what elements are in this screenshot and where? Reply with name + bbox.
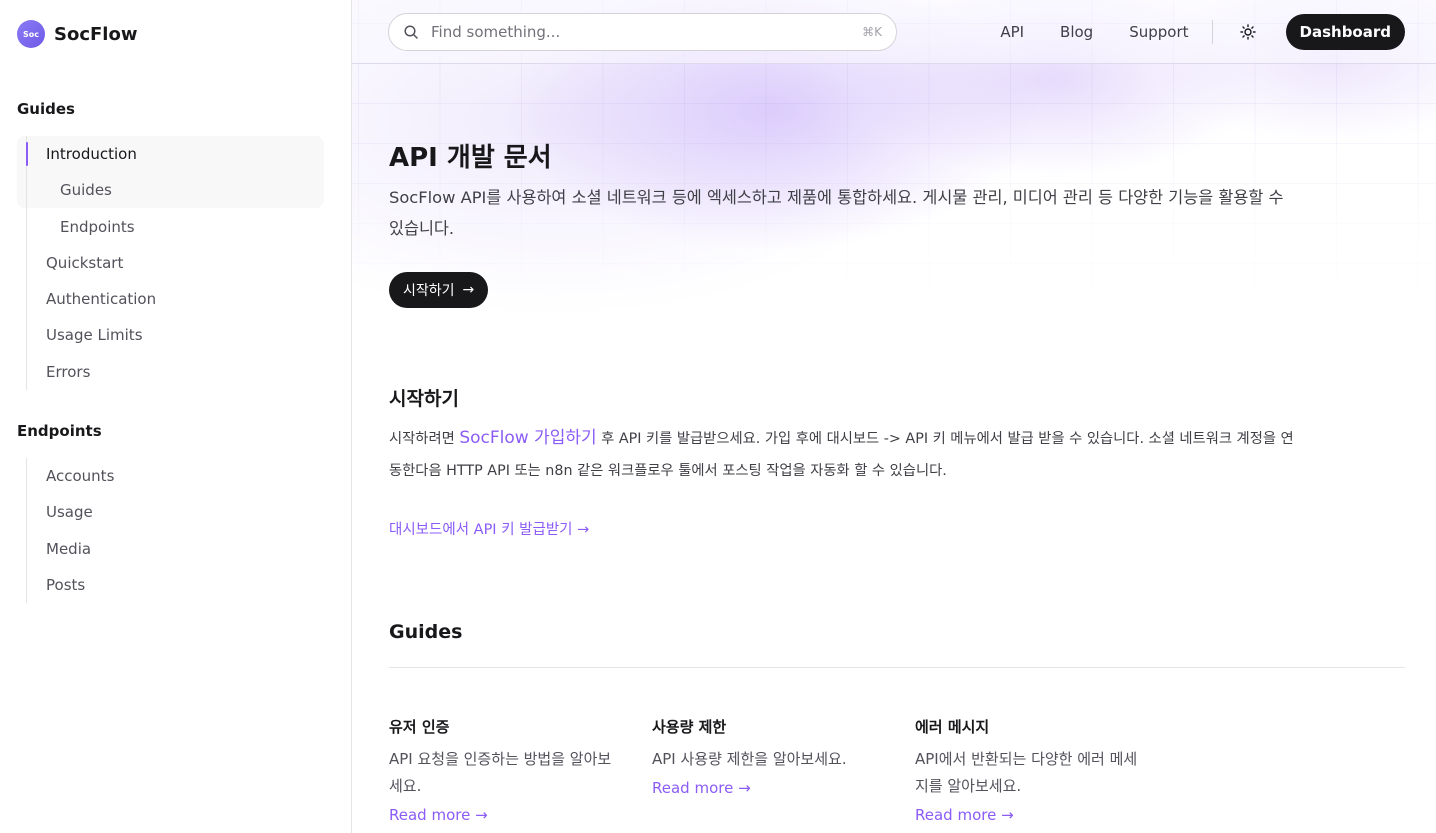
- sun-icon[interactable]: [1239, 23, 1257, 41]
- guide-card-usage-limits: 사용량 제한 API 사용량 제한을 알아보세요. Read more →: [652, 716, 882, 797]
- guide-card-description: API 요청을 인증하는 방법을 알아보세요.: [389, 750, 612, 795]
- sidebar-section-endpoints-title: Endpoints: [17, 422, 102, 440]
- main-content: ⌘K API Blog Support Dashboa: [352, 0, 1436, 833]
- dashboard-button[interactable]: Dashboard: [1285, 14, 1405, 50]
- getting-started-text-before: 시작하려면: [389, 431, 460, 447]
- guide-card-description: API에서 반환되는 다양한 에러 메세지를 알아보세요.: [915, 750, 1138, 795]
- sidebar-item-authentication[interactable]: Authentication: [27, 281, 326, 317]
- page-title: API 개발 문서: [389, 143, 552, 173]
- getting-started-title: 시작하기: [389, 388, 459, 410]
- brand[interactable]: Soc SocFlow: [17, 20, 137, 48]
- read-more-link[interactable]: Read more →: [652, 779, 751, 797]
- search-shortcut: ⌘K: [862, 25, 882, 39]
- arrow-right-icon: →: [462, 282, 475, 298]
- get-api-key-link[interactable]: 대시보드에서 API 키 발급받기 →: [389, 518, 589, 539]
- sidebar-item-media[interactable]: Media: [27, 531, 326, 567]
- sidebar-item-usage[interactable]: Usage: [27, 494, 326, 530]
- search-icon: [403, 24, 419, 40]
- sidebar-item-endpoints[interactable]: Endpoints: [27, 209, 326, 245]
- nav-link-blog[interactable]: Blog: [1060, 23, 1093, 41]
- sidebar-item-introduction[interactable]: Introduction: [26, 136, 326, 172]
- guide-card-errors: 에러 메시지 API에서 반환되는 다양한 에러 메세지를 알아보세요. Rea…: [915, 716, 1145, 824]
- nav-link-support[interactable]: Support: [1129, 23, 1188, 41]
- hero-lead: SocFlow API를 사용하여 소셜 네트워크 등에 엑세스하고 제품에 통…: [389, 188, 1284, 238]
- sidebar-item-accounts[interactable]: Accounts: [27, 458, 326, 494]
- sidebar-group-guides: Introduction Guides Endpoints Quickstart…: [26, 136, 326, 391]
- guide-card-title: 유저 인증: [389, 718, 450, 736]
- getting-started-text: 시작하려면 SocFlow 가입하기 후 API 키를 발급받으세요. 가입 후…: [389, 422, 1299, 487]
- sidebar-group-endpoints: Accounts Usage Media Posts: [26, 458, 326, 604]
- guide-card-description: API 사용량 제한을 알아보세요.: [652, 750, 847, 768]
- sidebar-item-quickstart[interactable]: Quickstart: [27, 245, 326, 281]
- guide-card-authentication: 유저 인증 API 요청을 인증하는 방법을 알아보세요. Read more …: [389, 716, 619, 824]
- read-more-link[interactable]: Read more →: [915, 806, 1014, 824]
- topbar: ⌘K API Blog Support Dashboa: [352, 0, 1436, 64]
- sidebar-item-errors[interactable]: Errors: [27, 354, 326, 390]
- start-button[interactable]: 시작하기 →: [389, 272, 489, 308]
- brand-name: SocFlow: [54, 23, 138, 45]
- signup-link[interactable]: SocFlow 가입하기: [459, 428, 596, 448]
- get-api-key-link-label: 대시보드에서 API 키 발급받기: [389, 522, 573, 538]
- read-more-link[interactable]: Read more →: [389, 806, 488, 824]
- guide-card-title: 에러 메시지: [915, 718, 990, 736]
- sidebar: Soc SocFlow Guides Introduction Guides E…: [0, 0, 352, 833]
- sidebar-item-guides[interactable]: Guides: [27, 172, 326, 208]
- guides-title: Guides: [389, 621, 463, 643]
- guide-card-title: 사용량 제한: [652, 718, 727, 736]
- search-bar[interactable]: ⌘K: [388, 13, 897, 51]
- search-input[interactable]: [431, 23, 863, 41]
- sidebar-item-usage-limits[interactable]: Usage Limits: [27, 317, 326, 353]
- sidebar-item-posts[interactable]: Posts: [27, 567, 326, 603]
- start-button-label: 시작하기: [403, 283, 455, 299]
- arrow-right-icon: →: [577, 522, 590, 538]
- nav-divider: [1211, 20, 1213, 44]
- nav-link-api[interactable]: API: [1000, 23, 1024, 41]
- guides-divider: [389, 667, 1405, 668]
- brand-logo-icon: Soc: [17, 20, 45, 48]
- top-nav: API Blog Support Dashboard: [1000, 13, 1436, 51]
- sidebar-section-guides-title: Guides: [17, 100, 75, 118]
